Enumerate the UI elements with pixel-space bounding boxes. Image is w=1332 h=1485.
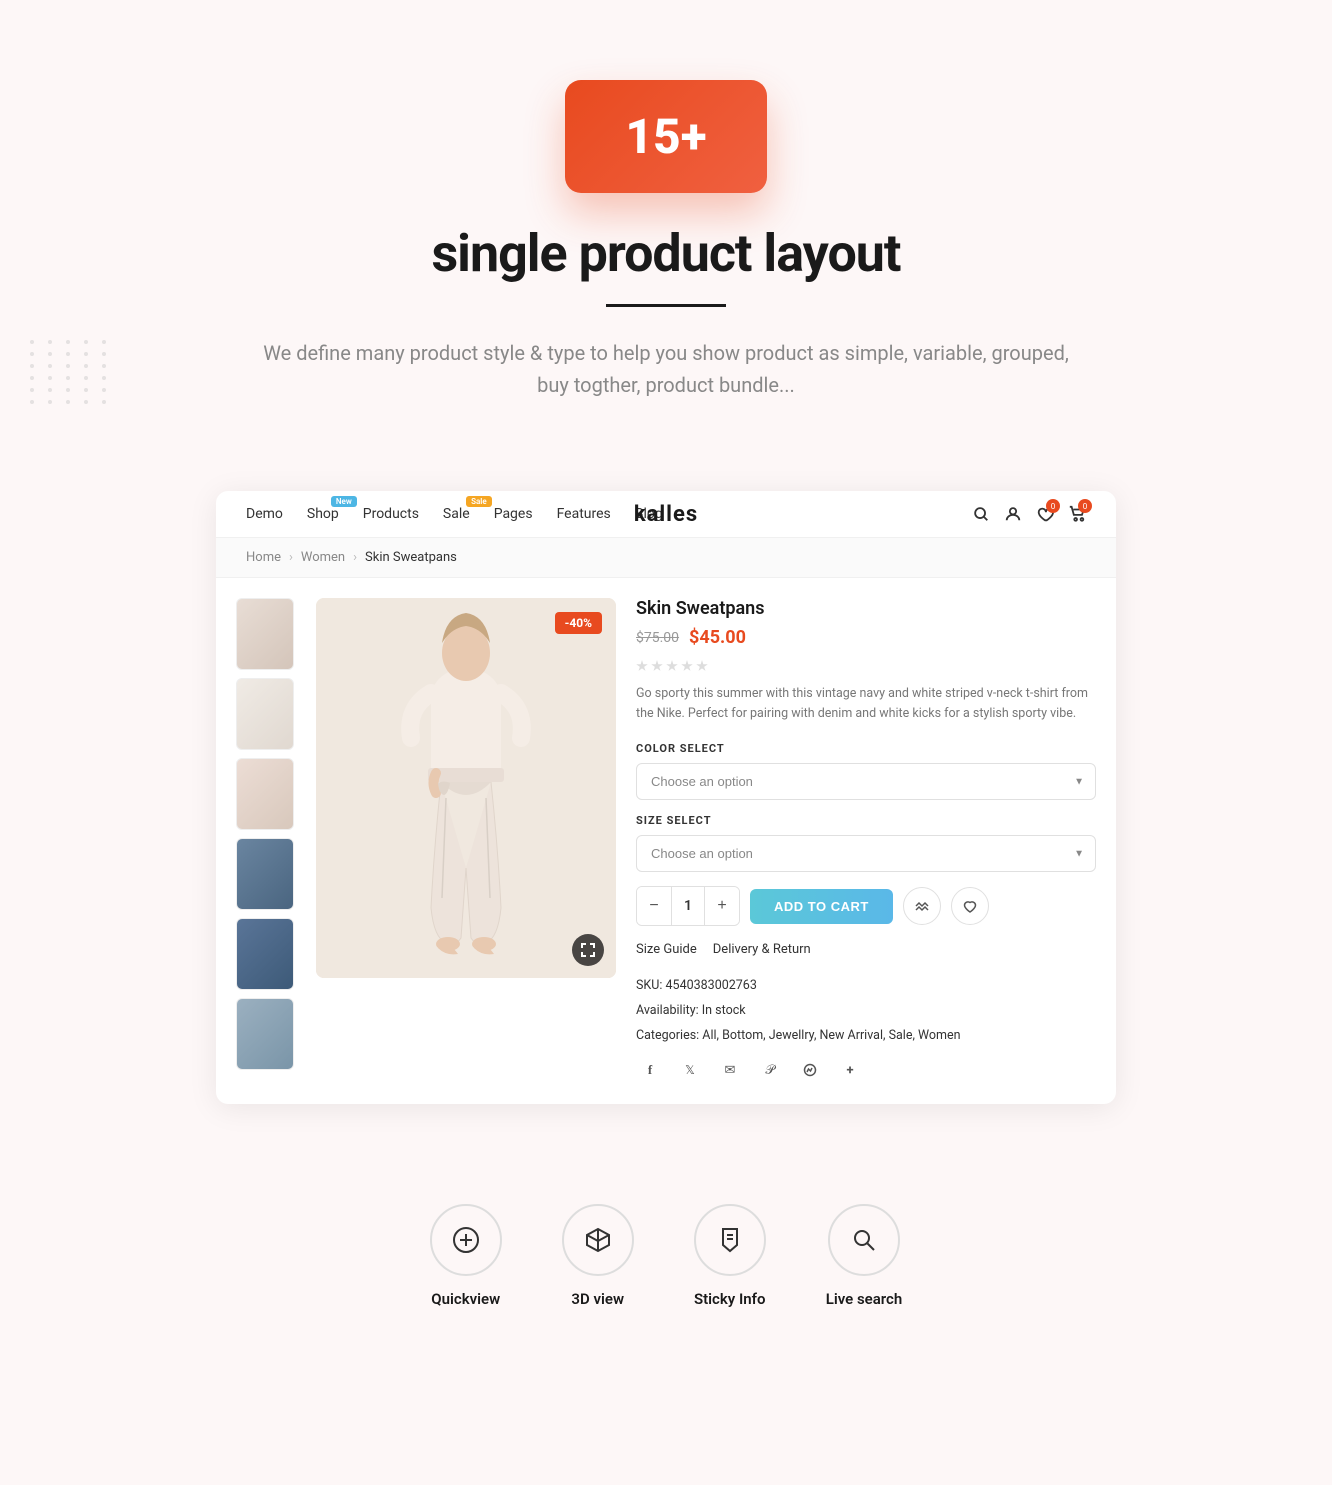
feature-sticky: Sticky Info — [694, 1204, 766, 1308]
nav-link-shop[interactable]: Shop New — [307, 506, 339, 522]
size-select[interactable]: Choose an option — [636, 835, 1096, 872]
categories-row: Categories: All, Bottom, Jewellry, New A… — [636, 1023, 1096, 1048]
size-select-label: SIZE SELECT — [636, 814, 1096, 827]
product-description: Go sporty this summer with this vintage … — [636, 684, 1096, 724]
quickview-icon[interactable] — [430, 1204, 502, 1276]
nav-link-products[interactable]: Products — [363, 506, 419, 522]
breadcrumb-current: Skin Sweatpans — [365, 550, 457, 565]
share-messenger[interactable] — [796, 1056, 824, 1084]
search-icon[interactable] — [972, 505, 990, 523]
add-to-cart-button[interactable]: ADD TO CART — [750, 889, 893, 924]
quantity-control: − 1 + — [636, 886, 740, 926]
sku-value: 4540383002763 — [666, 978, 757, 993]
availability-row: Availability: In stock — [636, 998, 1096, 1023]
delivery-return-link[interactable]: Delivery & Return — [713, 942, 811, 957]
product-visual — [316, 598, 616, 978]
nav-link-sale[interactable]: Sale Sale — [443, 506, 470, 522]
share-email[interactable]: ✉ — [716, 1056, 744, 1084]
counter-badge: 15+ — [565, 80, 766, 193]
nav-links: Demo Shop New Products Sale Sale Pages F… — [246, 506, 972, 522]
product-name: Skin Sweatpans — [636, 598, 1096, 619]
product-meta: SKU: 4540383002763 Availability: In stoc… — [636, 973, 1096, 1048]
qty-decrease-button[interactable]: − — [637, 887, 671, 925]
main-product-image: -40% — [316, 598, 616, 978]
brand-logo: kalles — [634, 502, 698, 527]
share-icons: f 𝕏 ✉ 𝒫 + — [636, 1056, 1096, 1084]
3dview-label: 3D view — [571, 1290, 624, 1308]
discount-badge: -40% — [555, 612, 602, 634]
product-info: Skin Sweatpans $75.00 $45.00 Go sporty t… — [636, 598, 1096, 1084]
cart-icon[interactable]: 0 — [1068, 505, 1086, 523]
breadcrumb-category[interactable]: Women — [301, 550, 345, 565]
nav-link-pages[interactable]: Pages — [494, 506, 533, 522]
product-showcase: Demo Shop New Products Sale Sale Pages F… — [216, 491, 1116, 1104]
feature-livesearch: Live search — [826, 1204, 903, 1308]
star-2 — [651, 660, 663, 672]
nav-link-demo[interactable]: Demo — [246, 506, 283, 522]
navbar: Demo Shop New Products Sale Sale Pages F… — [216, 491, 1116, 538]
color-select-wrapper: Choose an option ▼ — [636, 763, 1096, 800]
user-icon[interactable] — [1004, 505, 1022, 523]
livesearch-icon[interactable] — [828, 1204, 900, 1276]
sku-label: SKU: — [636, 978, 662, 993]
color-select-label: COLOR SELECT — [636, 742, 1096, 755]
hero-divider — [606, 304, 726, 307]
thumbnail-1[interactable] — [236, 598, 294, 670]
3dview-icon[interactable] — [562, 1204, 634, 1276]
thumbnail-5[interactable] — [236, 918, 294, 990]
feature-quickview: Quickview — [430, 1204, 502, 1308]
share-facebook[interactable]: f — [636, 1056, 664, 1084]
sku-row: SKU: 4540383002763 — [636, 973, 1096, 998]
qty-increase-button[interactable]: + — [705, 887, 739, 925]
thumbnail-2[interactable] — [236, 678, 294, 750]
star-3 — [666, 660, 678, 672]
availability-label: Availability: — [636, 1003, 699, 1018]
nav-icons: 0 0 — [972, 505, 1086, 523]
star-5 — [696, 660, 708, 672]
share-pinterest[interactable]: 𝒫 — [756, 1056, 784, 1084]
color-select[interactable]: Choose an option — [636, 763, 1096, 800]
hero-section: 15+ single product layout We define many… — [0, 0, 1332, 441]
categories-label: Categories: — [636, 1028, 699, 1043]
product-layout: -40% — [216, 578, 1116, 1104]
compare-button[interactable] — [903, 887, 941, 925]
sticky-icon[interactable] — [694, 1204, 766, 1276]
breadcrumb-home[interactable]: Home — [246, 550, 281, 565]
cart-controls: − 1 + ADD TO CART — [636, 886, 1096, 926]
nav-link-features[interactable]: Features — [557, 506, 611, 522]
size-guide-link[interactable]: Size Guide — [636, 942, 697, 957]
meta-links: Size Guide Delivery & Return — [636, 942, 1096, 957]
share-more[interactable]: + — [836, 1056, 864, 1084]
sticky-label: Sticky Info — [694, 1290, 766, 1308]
thumbnails — [236, 598, 296, 1084]
thumbnail-6[interactable] — [236, 998, 294, 1070]
hero-description: We define many product style & type to h… — [256, 337, 1076, 401]
thumbnail-3[interactable] — [236, 758, 294, 830]
star-rating — [636, 660, 1096, 672]
qty-value: 1 — [671, 887, 705, 925]
star-1 — [636, 660, 648, 672]
wishlist-count: 0 — [1046, 499, 1060, 513]
thumbnail-4[interactable] — [236, 838, 294, 910]
cart-count: 0 — [1078, 499, 1092, 513]
wishlist-icon[interactable]: 0 — [1036, 505, 1054, 523]
hero-title: single product layout — [20, 223, 1312, 284]
feature-3dview: 3D view — [562, 1204, 634, 1308]
star-4 — [681, 660, 693, 672]
nav-badge-sale: Sale — [466, 496, 492, 507]
price-sale: $45.00 — [689, 627, 746, 648]
wishlist-button[interactable] — [951, 887, 989, 925]
price-original: $75.00 — [636, 630, 679, 646]
features-bar: Quickview 3D view Sticky Info Live — [0, 1154, 1332, 1368]
share-twitter[interactable]: 𝕏 — [676, 1056, 704, 1084]
livesearch-label: Live search — [826, 1290, 903, 1308]
product-pricing: $75.00 $45.00 — [636, 627, 1096, 648]
expand-button[interactable] — [572, 934, 604, 966]
quickview-label: Quickview — [431, 1290, 500, 1308]
nav-badge-new: New — [331, 496, 357, 507]
availability-value: In stock — [702, 1003, 746, 1018]
breadcrumb: Home › Women › Skin Sweatpans — [216, 538, 1116, 578]
size-select-wrapper: Choose an option ▼ — [636, 835, 1096, 872]
categories-value: All, Bottom, Jewellry, New Arrival, Sale… — [702, 1028, 960, 1043]
